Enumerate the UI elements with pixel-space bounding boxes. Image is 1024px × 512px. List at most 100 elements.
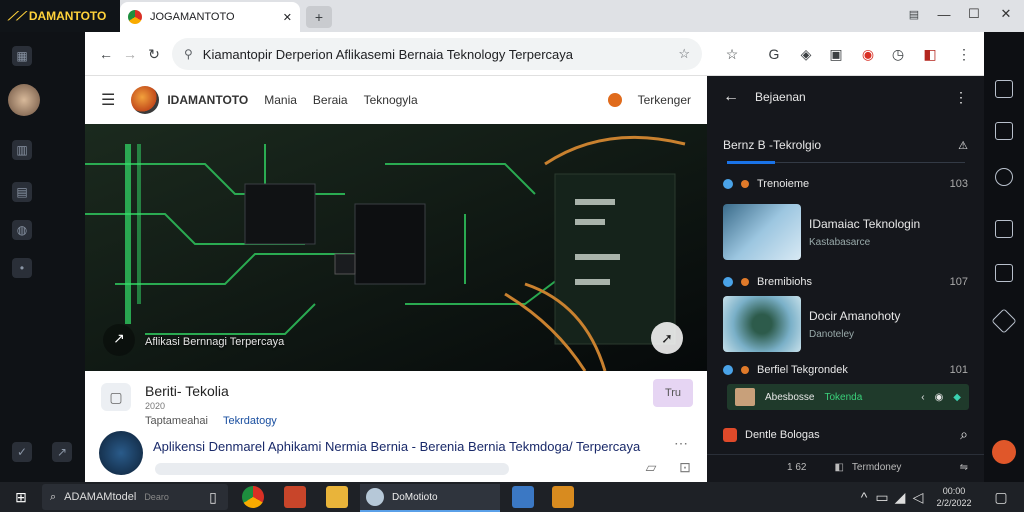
gift-icon[interactable] <box>995 122 1013 140</box>
footer-item-label[interactable]: Dentle Bologas <box>745 429 820 441</box>
panel-menu-icon[interactable]: ⋮ <box>954 89 968 106</box>
close-window-button[interactable]: ✕ <box>990 0 1022 28</box>
minimize-button[interactable]: — <box>928 0 960 28</box>
taskbar-search[interactable]: ⌕ ADAMAMtodel Dearo <box>42 484 228 510</box>
site-info-icon[interactable]: ⚲ <box>184 47 193 61</box>
tray-chevron-icon[interactable]: ^ <box>856 488 872 506</box>
maximize-button[interactable]: ☐ <box>958 0 990 28</box>
comment-icon[interactable]: ▢ <box>101 383 131 411</box>
item-0-card[interactable]: IDamaiac Teknologin Kastabasarce <box>723 204 968 260</box>
clock[interactable]: 00:00 2/2/2022 <box>928 485 980 511</box>
article-meta-author: Taptameahai <box>145 415 208 427</box>
tab-close-icon[interactable]: ✕ <box>283 11 292 24</box>
task-view-icon[interactable]: ▯ <box>204 488 222 506</box>
check-icon[interactable]: ✓ <box>12 442 32 462</box>
copy-icon[interactable] <box>995 220 1013 238</box>
tab-active[interactable]: JOGAMANTOTO ✕ <box>120 2 300 32</box>
reply-icon[interactable]: ▱ <box>641 459 661 475</box>
image-icon[interactable]: ⊡ <box>675 459 695 475</box>
forward-arrow-icon[interactable]: → <box>120 44 140 64</box>
network-icon[interactable]: ◢ <box>892 488 908 506</box>
refresh-icon[interactable] <box>995 168 1013 186</box>
panel-filter-icon[interactable]: ⚠ <box>958 139 968 152</box>
chat-bubble-icon[interactable] <box>995 80 1013 98</box>
notification-badge-icon[interactable] <box>992 440 1016 464</box>
clock-date: 2/2/2022 <box>936 498 972 508</box>
address-bar[interactable]: ⚲ Kiamantopir Derperion Aflikasemi Berna… <box>172 38 702 70</box>
bottom-mid-label[interactable]: Termdoney <box>852 462 901 473</box>
taskbar-search-hint: Dearo <box>144 492 169 502</box>
notification-center-icon[interactable]: ▢ <box>992 488 1010 506</box>
strip-label-1: Tokenda <box>824 391 863 403</box>
site-logo-icon[interactable] <box>131 86 160 114</box>
item-0-count: 103 <box>949 178 968 190</box>
bottom-link-icon[interactable]: ⇋ <box>960 462 968 473</box>
article-headline[interactable]: Aplikensi Denmarel Aphikami Nermia Berni… <box>153 439 640 454</box>
star-icon[interactable]: ☆ <box>722 44 742 64</box>
more-horiz-icon[interactable]: ⋯ <box>671 435 691 451</box>
share-icon[interactable]: ➚ <box>657 328 677 348</box>
apps-icon[interactable]: ▤ <box>12 182 32 202</box>
item-1-category[interactable]: Bremibiohs <box>757 276 812 288</box>
nav-item-1[interactable]: Beraia <box>313 93 348 107</box>
media-strip[interactable]: Abesbosse Tokenda ‹ ◉ ◆ <box>727 384 969 410</box>
home-icon[interactable]: ▦ <box>12 46 32 66</box>
store-taskbar-icon[interactable] <box>552 486 574 508</box>
chrome-taskbar-icon[interactable] <box>242 486 264 508</box>
bookmark-star-icon[interactable]: ☆ <box>678 46 690 62</box>
start-windows-icon[interactable]: ⊞ <box>10 486 32 508</box>
active-window-icon <box>366 488 384 506</box>
divider <box>707 454 984 455</box>
app-brand-label: DAMANTOTO <box>28 9 107 23</box>
site-brand[interactable]: IDAMANTOTO <box>167 93 248 107</box>
article-title: Beriti- Tekolia <box>145 383 229 399</box>
app-taskbar-icon[interactable] <box>284 486 306 508</box>
strip-next-icon[interactable]: ◆ <box>953 392 961 403</box>
category-dot-icon <box>741 366 749 374</box>
active-window-button[interactable]: DoMotioto <box>360 484 500 512</box>
back-arrow-icon[interactable]: ← <box>96 44 116 64</box>
article-cta-button[interactable]: Tru <box>653 379 693 407</box>
record-icon[interactable]: ◉ <box>858 44 878 64</box>
settings-taskbar-icon[interactable] <box>512 486 534 508</box>
circuit-board-image <box>85 124 707 371</box>
item-1-sub: Danoteley <box>809 328 855 340</box>
battery-icon[interactable]: ▭ <box>874 488 890 506</box>
volume-icon[interactable]: ◁ <box>910 488 926 506</box>
reload-icon[interactable]: ↻ <box>144 44 164 64</box>
item-2-category[interactable]: Berfiel Tekgrondek <box>757 364 848 376</box>
extension-icon[interactable]: ◈ <box>796 44 816 64</box>
item-0-category[interactable]: Trenoieme <box>757 178 809 190</box>
globe-icon[interactable]: ◍ <box>12 220 32 240</box>
nav-item-0[interactable]: Mania <box>264 93 297 107</box>
profile-icon[interactable]: ◧ <box>920 44 940 64</box>
author-avatar[interactable] <box>99 431 143 475</box>
menu-kebab-icon[interactable]: ⋮ <box>954 44 974 64</box>
timer-icon[interactable] <box>995 264 1013 282</box>
strip-prev-icon[interactable]: ‹ <box>921 392 924 403</box>
article-meta-link[interactable]: Tekrdatogy <box>223 415 277 427</box>
progress-bar <box>155 463 509 475</box>
panel-search-icon[interactable]: ⌕ <box>960 426 968 443</box>
item-1-title: Docir Amanohoty <box>809 308 901 323</box>
chat-icon[interactable]: ▣ <box>826 44 846 64</box>
item-1-card[interactable]: Docir Amanohoty Danoteley <box>723 296 968 352</box>
clock-icon[interactable]: ◷ <box>888 44 908 64</box>
nav-item-2[interactable]: Teknogyla <box>364 93 418 107</box>
tab-search-icon[interactable]: ▤ <box>904 4 924 24</box>
google-icon[interactable]: G <box>764 44 784 64</box>
panel-back-icon[interactable]: ← <box>723 88 739 106</box>
strip-play-icon[interactable]: ◉ <box>935 392 944 403</box>
user-avatar[interactable] <box>8 84 40 116</box>
new-tab-button[interactable]: + <box>306 6 332 28</box>
item-0-thumbnail <box>723 204 801 260</box>
grid-icon[interactable]: ▥ <box>12 140 32 160</box>
arrow-up-right-icon[interactable]: ↗ <box>109 328 129 348</box>
panel-section-title[interactable]: Bernz B -Tekrolgio <box>723 138 821 152</box>
dot-icon[interactable]: • <box>12 258 32 278</box>
hamburger-menu-icon[interactable]: ☰ <box>101 90 115 110</box>
divider <box>775 162 965 163</box>
expand-icon[interactable]: ↗ <box>52 442 72 462</box>
folder-taskbar-icon[interactable] <box>326 486 348 508</box>
account-label[interactable]: Terkenger <box>638 93 691 107</box>
